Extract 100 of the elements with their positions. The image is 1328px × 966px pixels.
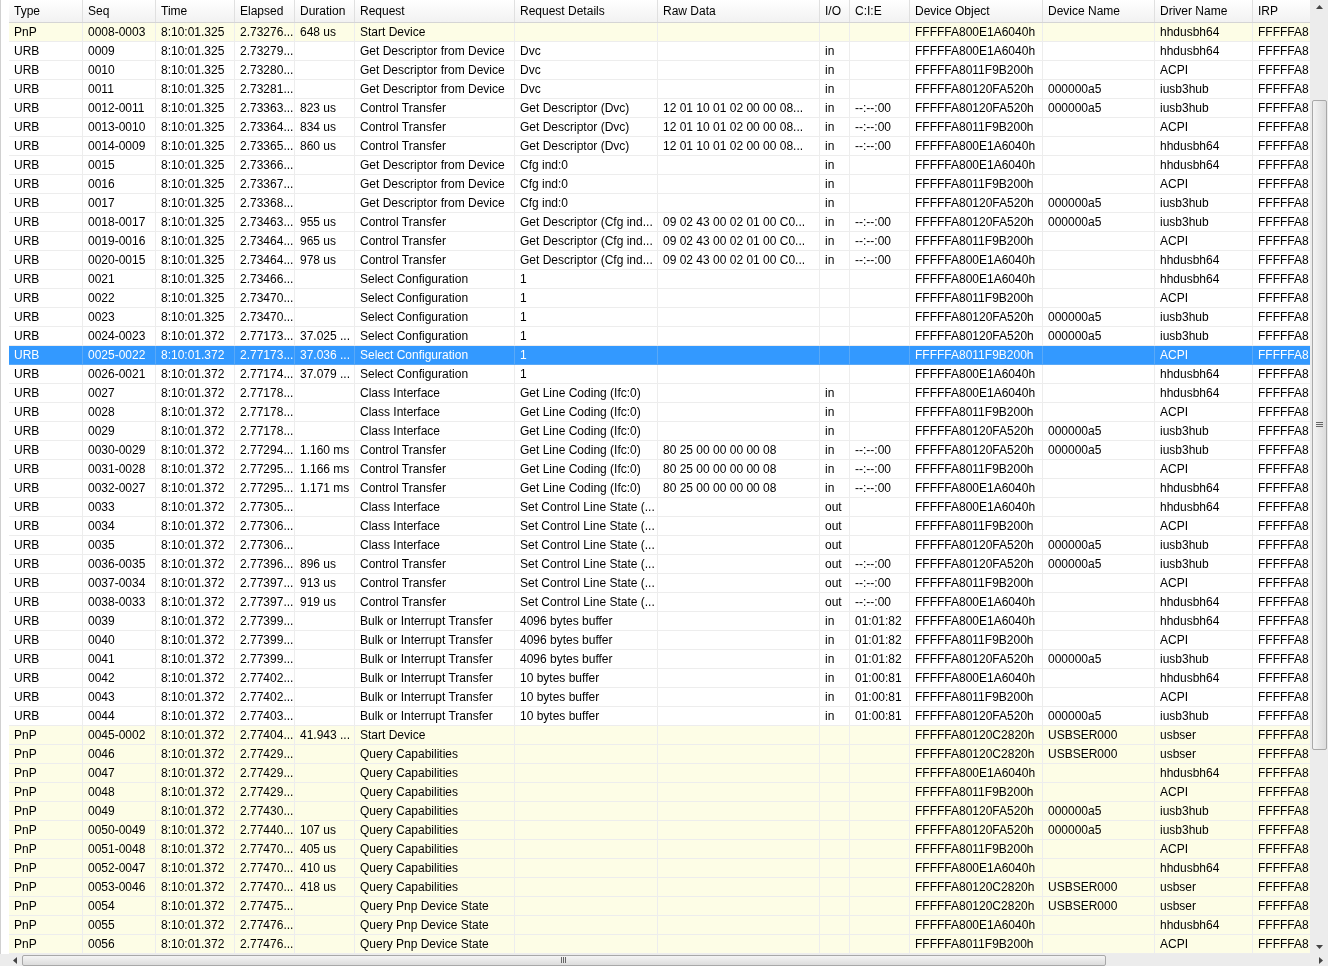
scroll-down-icon[interactable] [1315, 945, 1323, 949]
table-row[interactable]: URB 0034 8:10:01.372 2.77306... Class Interface Set Control Line State (... out FFFFFA8011F9B200h ACPI FFFFFA8 [9, 517, 1310, 536]
table-row[interactable]: PnP 0049 8:10:01.372 2.77430... Query Capabilities FFFFFA80120FA520h 000000a5 iusb3hub FFFFFA8 [9, 802, 1310, 821]
table-row[interactable]: URB 0023 8:10:01.325 2.73470... Select Configuration 1 FFFFFA80120FA520h 000000a5 iusb3hub FFFFFA8 [9, 308, 1310, 327]
scrollbar-thumb[interactable] [1311, 100, 1327, 750]
table-cell-text: 0043 [88, 689, 115, 706]
table-cell-text: FFFFFA80120FA520h [915, 100, 1034, 117]
table-row[interactable]: URB 0026-0021 8:10:01.372 2.77174... 37.079 ... Select Configuration 1 FFFFFA800E1A6040h hhdusbh64 FFFFFA8 [9, 365, 1310, 384]
table-row[interactable]: PnP 0055 8:10:01.372 2.77476... Query Pnp Device State FFFFFA800E1A6040h hhdusbh64 FFFFFA8 [9, 916, 1310, 935]
column-header[interactable]: Request [355, 0, 515, 22]
table-cell-text: 0050-0049 [88, 822, 146, 839]
table-row[interactable]: PnP 0051-0048 8:10:01.372 2.77470... 405 us Query Capabilities FFFFFA8011F9B200h ACPI FFFFFA8 [9, 840, 1310, 859]
table-row[interactable]: URB 0018-0017 8:10:01.325 2.73463... 955 us Control Transfer Get Descriptor (Cfg ind... 09 02 43 00 02 01 00 C0... in --:--:00 FFFFFA80120FA520h 000000a5 iusb3hub FFFFFA8 [9, 213, 1310, 232]
table-row[interactable]: URB 0042 8:10:01.372 2.77402... Bulk or Interrupt Transfer 10 bytes buffer in 01:00:81 FFFFFA800E1A6040h hhdusbh64 FFFFFA8 [9, 669, 1310, 688]
table-cell-text: FFFFFA8 [1258, 176, 1309, 193]
table-row[interactable]: PnP 0045-0002 8:10:01.372 2.77404... 41.943 ... Start Device FFFFFA80120C2820h USBSER000 usbser FFFFFA8 [9, 726, 1310, 745]
table-row[interactable]: URB 0032-0027 8:10:01.372 2.77295... 1.171 ms Control Transfer Get Line Coding (Ifc:0) 80 25 00 00 00 00 08 in --:--:00 FFFFFA800E1A6040h hhdusbh64 FFFFFA8 [9, 479, 1310, 498]
vertical-scrollbar[interactable] [1310, 0, 1328, 954]
table-row[interactable]: URB 0010 8:10:01.325 2.73280... Get Descriptor from Device Dvc in FFFFFA8011F9B200h ACPI FFFFFA8 [9, 61, 1310, 80]
table-cell-text: 0019-0016 [88, 233, 146, 250]
table-cell-text: URB [14, 404, 40, 421]
table-row[interactable]: URB 0024-0023 8:10:01.372 2.77173... 37.025 ... Select Configuration 1 FFFFFA80120FA520h 000000a5 iusb3hub FFFFFA8 [9, 327, 1310, 346]
table-cell-text: iusb3hub [1160, 822, 1209, 839]
table-row[interactable]: URB 0033 8:10:01.372 2.77305... Class Interface Set Control Line State (... out FFFFFA800E1A6040h hhdusbh64 FFFFFA8 [9, 498, 1310, 517]
table-row[interactable]: URB 0029 8:10:01.372 2.77178... Class Interface Get Line Coding (Ifc:0) in FFFFFA80120FA520h 000000a5 iusb3hub FFFFFA8 [9, 422, 1310, 441]
scroll-up-icon[interactable] [1315, 5, 1323, 9]
table-cell-text: 2.77470... [240, 879, 294, 896]
column-header[interactable]: Raw Data [658, 0, 820, 22]
table-row[interactable]: PnP 0056 8:10:01.372 2.77476... Query Pnp Device State FFFFFA8011F9B200h ACPI FFFFFA8 [9, 935, 1310, 954]
table-row[interactable]: URB 0014-0009 8:10:01.325 2.73365... 860 us Control Transfer Get Descriptor (Dvc) 12 01 10 01 02 00 00 08... in --:--:00 FFFFFA800E1A6040h hhdusbh64 FFFFFA8 [9, 137, 1310, 156]
table-row[interactable]: PnP 0050-0049 8:10:01.372 2.77440... 107 us Query Capabilities FFFFFA80120FA520h 000000a5 iusb3hub FFFFFA8 [9, 821, 1310, 840]
column-header[interactable]: Driver Name [1155, 0, 1253, 22]
table-cell-text: ACPI [1160, 176, 1188, 193]
table-row[interactable]: URB 0039 8:10:01.372 2.77399... Bulk or Interrupt Transfer 4096 bytes buffer in 01:01:82 FFFFFA800E1A6040h hhdusbh64 FFFFFA8 [9, 612, 1310, 631]
table-cell-text: FFFFFA8 [1258, 822, 1309, 839]
table-row[interactable]: URB 0013-0010 8:10:01.325 2.73364... 834 us Control Transfer Get Descriptor (Dvc) 12 01 10 01 02 00 00 08... in --:--:00 FFFFFA8011F9B200h ACPI FFFFFA8 [9, 118, 1310, 137]
table-row[interactable]: URB 0036-0035 8:10:01.372 2.77396... 896 us Control Transfer Set Control Line State (... out --:--:00 FFFFFA80120FA520h 000000a5 iusb3hub FFFFFA8 [9, 555, 1310, 574]
column-header[interactable]: C:I:E [850, 0, 910, 22]
scroll-left-icon[interactable] [13, 956, 17, 964]
table-cell-text: iusb3hub [1160, 214, 1209, 231]
table-row[interactable]: PnP 0046 8:10:01.372 2.77429... Query Capabilities FFFFFA80120C2820h USBSER000 usbser FFFFFA8 [9, 745, 1310, 764]
table-row[interactable]: URB 0035 8:10:01.372 2.77306... Class Interface Set Control Line State (... out FFFFFA80120FA520h 000000a5 iusb3hub FFFFFA8 [9, 536, 1310, 555]
table-row[interactable]: URB 0022 8:10:01.325 2.73470... Select Configuration 1 FFFFFA8011F9B200h ACPI FFFFFA8 [9, 289, 1310, 308]
table-row[interactable]: URB 0017 8:10:01.325 2.73368... Get Descriptor from Device Cfg ind:0 in FFFFFA80120FA520h 000000a5 iusb3hub FFFFFA8 [9, 194, 1310, 213]
table-row[interactable]: URB 0019-0016 8:10:01.325 2.73464... 965 us Control Transfer Get Descriptor (Cfg ind... 09 02 43 00 02 01 00 C0... in --:--:00 FFFFFA8011F9B200h ACPI FFFFFA8 [9, 232, 1310, 251]
column-header[interactable]: Duration [295, 0, 355, 22]
column-header[interactable]: I/O [820, 0, 850, 22]
table-cell-text: FFFFFA8011F9B200h [915, 575, 1034, 592]
table-row[interactable]: PnP 0048 8:10:01.372 2.77429... Query Capabilities FFFFFA8011F9B200h ACPI FFFFFA8 [9, 783, 1310, 802]
scroll-right-icon[interactable] [1319, 956, 1323, 964]
table-cell-text: in [825, 651, 835, 668]
table-cell-text: Get Descriptor (Dvc) [520, 138, 630, 155]
table-row[interactable]: URB 0009 8:10:01.325 2.73279... Get Descriptor from Device Dvc in FFFFFA800E1A6040h hhdusbh64 FFFFFA8 [9, 42, 1310, 61]
column-header[interactable]: Request Details [515, 0, 658, 22]
table-cell-text: 2.77404... [240, 727, 294, 744]
column-header[interactable]: Device Name [1043, 0, 1155, 22]
table-cell-text: PnP [14, 860, 37, 877]
table-row[interactable]: URB 0012-0011 8:10:01.325 2.73363... 823 us Control Transfer Get Descriptor (Dvc) 12 01 10 01 02 00 00 08... in --:--:00 FFFFFA80120FA520h 000000a5 iusb3hub FFFFFA8 [9, 99, 1310, 118]
table-row[interactable]: URB 0043 8:10:01.372 2.77402... Bulk or Interrupt Transfer 10 bytes buffer in 01:00:81 FFFFFA8011F9B200h ACPI FFFFFA8 [9, 688, 1310, 707]
scrollbar-thumb[interactable] [22, 954, 1106, 966]
table-row[interactable]: URB 0015 8:10:01.325 2.73366... Get Descriptor from Device Cfg ind:0 in FFFFFA800E1A6040h hhdusbh64 FFFFFA8 [9, 156, 1310, 175]
table-cell-text: --:--:00 [855, 480, 891, 497]
column-header[interactable]: Device Object [910, 0, 1043, 22]
table-row[interactable]: URB 0038-0033 8:10:01.372 2.77397... 919 us Control Transfer Set Control Line State (... out --:--:00 FFFFFA800E1A6040h hhdusbh64 FFFFFA8 [9, 593, 1310, 612]
table-cell-text: 8:10:01.325 [161, 233, 225, 250]
column-header[interactable]: Time [156, 0, 235, 22]
table-row[interactable]: URB 0031-0028 8:10:01.372 2.77295... 1.166 ms Control Transfer Get Line Coding (Ifc:0) 80 25 00 00 00 00 08 in --:--:00 FFFFFA8011F9B200h ACPI FFFFFA8 [9, 460, 1310, 479]
table-row[interactable]: URB 0021 8:10:01.325 2.73466... Select Configuration 1 FFFFFA800E1A6040h hhdusbh64 FFFFFA8 [9, 270, 1310, 289]
table-cell-text: 09 02 43 00 02 01 00 C0... [663, 233, 806, 250]
table-cell-text: URB [14, 575, 40, 592]
table-cell-text: 405 us [300, 841, 337, 858]
table-cell-text: URB [14, 670, 40, 687]
table-row[interactable]: PnP 0054 8:10:01.372 2.77475... Query Pnp Device State FFFFFA80120C2820h USBSER000 usbser FFFFFA8 [9, 897, 1310, 916]
table-row[interactable]: URB 0011 8:10:01.325 2.73281... Get Descriptor from Device Dvc in FFFFFA80120FA520h 000000a5 iusb3hub FFFFFA8 [9, 80, 1310, 99]
table-row[interactable]: URB 0030-0029 8:10:01.372 2.77294... 1.160 ms Control Transfer Get Line Coding (Ifc:0) 80 25 00 00 00 00 08 in --:--:00 FFFFFA80120FA520h 000000a5 iusb3hub FFFFFA8 [9, 441, 1310, 460]
table-row[interactable]: URB 0040 8:10:01.372 2.77399... Bulk or Interrupt Transfer 4096 bytes buffer in 01:01:82 FFFFFA8011F9B200h ACPI FFFFFA8 [9, 631, 1310, 650]
table-row[interactable]: URB 0044 8:10:01.372 2.77403... Bulk or Interrupt Transfer 10 bytes buffer in 01:00:81 FFFFFA80120FA520h 000000a5 iusb3hub FFFFFA8 [9, 707, 1310, 726]
table-cell-text: iusb3hub [1160, 442, 1209, 459]
horizontal-scrollbar[interactable] [0, 954, 1328, 966]
table-cell-text: FFFFFA8011F9B200h [915, 347, 1034, 364]
table-cell-text: 0040 [88, 632, 115, 649]
table-row[interactable]: PnP 0053-0046 8:10:01.372 2.77470... 418 us Query Capabilities FFFFFA80120C2820h USBSER000 usbser FFFFFA8 [9, 878, 1310, 897]
table-row[interactable]: URB 0027 8:10:01.372 2.77178... Class Interface Get Line Coding (Ifc:0) in FFFFFA800E1A6040h hhdusbh64 FFFFFA8 [9, 384, 1310, 403]
table-row[interactable]: URB 0016 8:10:01.325 2.73367... Get Descriptor from Device Cfg ind:0 in FFFFFA8011F9B200h ACPI FFFFFA8 [9, 175, 1310, 194]
table-row[interactable]: URB 0041 8:10:01.372 2.77399... Bulk or Interrupt Transfer 4096 bytes buffer in 01:01:82 FFFFFA80120FA520h 000000a5 iusb3hub FFFFFA8 [9, 650, 1310, 669]
table-cell-text: 2.77306... [240, 537, 294, 554]
table-row[interactable]: PnP 0047 8:10:01.372 2.77429... Query Capabilities FFFFFA800E1A6040h hhdusbh64 FFFFFA8 [9, 764, 1310, 783]
column-header[interactable]: Elapsed [235, 0, 295, 22]
table-cell-text: URB [14, 613, 40, 630]
column-header[interactable]: Type [9, 0, 83, 22]
table-cell-text: 913 us [300, 575, 337, 592]
table-row[interactable]: PnP 0052-0047 8:10:01.372 2.77470... 410 us Query Capabilities FFFFFA800E1A6040h hhdusbh64 FFFFFA8 [9, 859, 1310, 878]
table-row[interactable]: URB 0037-0034 8:10:01.372 2.77397... 913 us Control Transfer Set Control Line State (... out --:--:00 FFFFFA8011F9B200h ACPI FFFFFA8 [9, 574, 1310, 593]
table-row[interactable]: URB 0020-0015 8:10:01.325 2.73464... 978 us Control Transfer Get Descriptor (Cfg ind... 09 02 43 00 02 01 00 C0... in --:--:00 FFFFFA800E1A6040h hhdusbh64 FFFFFA8 [9, 251, 1310, 270]
column-header[interactable]: Seq [83, 0, 156, 22]
table-cell-text: 860 us [300, 138, 337, 155]
table-cell-text: 2.77173... [240, 328, 294, 345]
table-row[interactable]: PnP 0008-0003 8:10:01.325 2.73276... 648 us Start Device FFFFFA800E1A6040h hhdusbh64 FFFFFA8 [9, 23, 1310, 42]
table-cell-text: out [825, 518, 842, 535]
table-row[interactable]: URB 0028 8:10:01.372 2.77178... Class Interface Get Line Coding (Ifc:0) in FFFFFA8011F9B200h ACPI FFFFFA8 [9, 403, 1310, 422]
